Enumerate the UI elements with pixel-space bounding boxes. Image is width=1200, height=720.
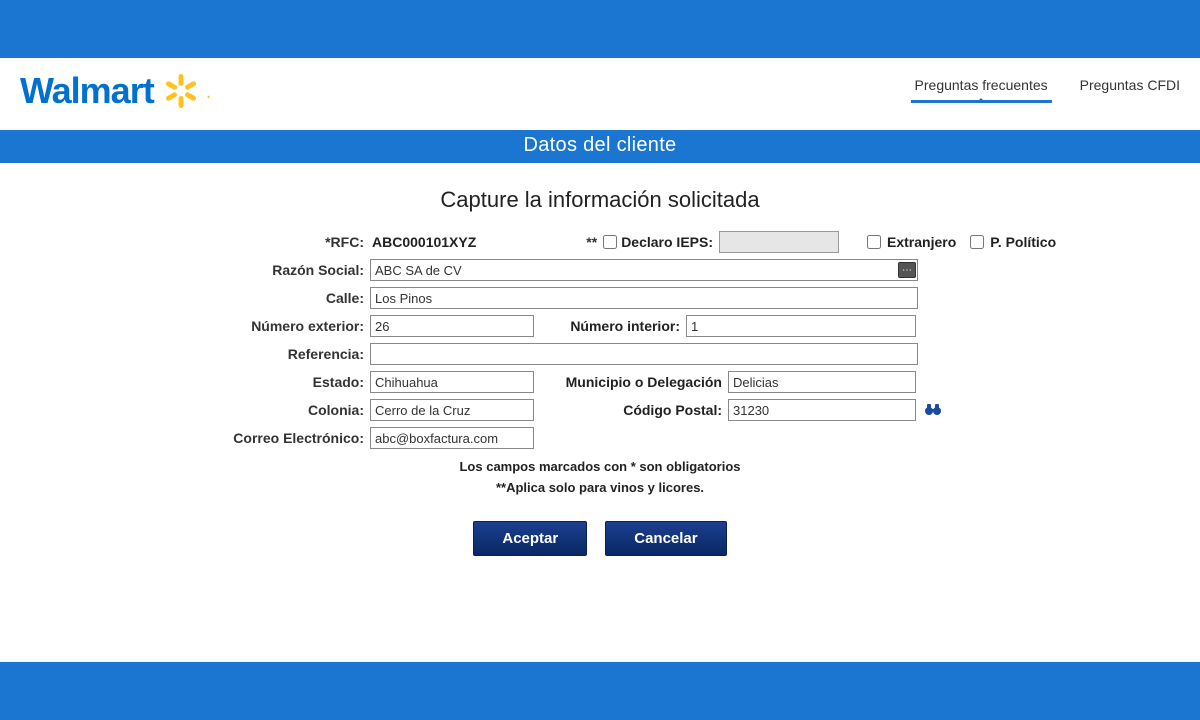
binoculars-icon[interactable] bbox=[924, 402, 942, 419]
ieps-disabled-input bbox=[719, 231, 839, 253]
foreign-label: Extranjero bbox=[887, 234, 956, 250]
cp-label: Código Postal: bbox=[534, 402, 728, 418]
customer-form: Capture la información solicitada *RFC: … bbox=[0, 163, 1200, 566]
ieps-asterisks: ** bbox=[586, 234, 597, 250]
calle-input[interactable] bbox=[370, 287, 918, 309]
estado-label: Estado: bbox=[40, 374, 370, 390]
municipio-label: Municipio o Delegación bbox=[534, 374, 728, 390]
email-input[interactable] bbox=[370, 427, 534, 449]
nav-faq[interactable]: Preguntas frecuentes bbox=[915, 77, 1048, 99]
num-int-label: Número interior: bbox=[534, 318, 686, 334]
bottom-banner bbox=[0, 662, 1200, 720]
estado-input[interactable] bbox=[370, 371, 534, 393]
referencia-label: Referencia: bbox=[40, 346, 370, 362]
form-heading: Capture la información solicitada bbox=[40, 187, 1160, 213]
accept-button[interactable]: Aceptar bbox=[473, 521, 587, 556]
button-row: Aceptar Cancelar bbox=[40, 521, 1160, 556]
num-ext-input[interactable] bbox=[370, 315, 534, 337]
email-label: Correo Electrónico: bbox=[40, 430, 370, 446]
brand-logo: Walmart . bbox=[20, 70, 211, 112]
top-banner bbox=[0, 0, 1200, 58]
header-nav: Preguntas frecuentes Preguntas CFDI bbox=[915, 77, 1180, 105]
note-required: Los campos marcados con * son obligatori… bbox=[40, 457, 1160, 478]
foreign-checkbox[interactable] bbox=[867, 235, 881, 249]
declare-ieps-checkbox[interactable] bbox=[603, 235, 617, 249]
municipio-input[interactable] bbox=[728, 371, 916, 393]
nav-cfdi[interactable]: Preguntas CFDI bbox=[1080, 77, 1180, 99]
spark-icon bbox=[164, 74, 198, 108]
declare-ieps-label: Declaro IEPS: bbox=[621, 234, 713, 250]
colonia-input[interactable] bbox=[370, 399, 534, 421]
form-notes: Los campos marcados con * son obligatori… bbox=[40, 457, 1160, 499]
political-checkbox[interactable] bbox=[970, 235, 984, 249]
brand-name: Walmart bbox=[20, 70, 154, 112]
razon-social-label: Razón Social: bbox=[40, 262, 370, 278]
razon-social-input[interactable] bbox=[370, 259, 918, 281]
colonia-label: Colonia: bbox=[40, 402, 370, 418]
rfc-value: ABC000101XYZ bbox=[370, 234, 476, 250]
header: Walmart . Preguntas frecuentes Preguntas… bbox=[0, 58, 1200, 130]
section-title: Datos del cliente bbox=[0, 130, 1200, 163]
lookup-icon[interactable]: ⋯ bbox=[898, 262, 916, 278]
cp-input[interactable] bbox=[728, 399, 916, 421]
rfc-label: *RFC: bbox=[40, 234, 370, 250]
referencia-input[interactable] bbox=[370, 343, 918, 365]
num-ext-label: Número exterior: bbox=[40, 318, 370, 334]
cancel-button[interactable]: Cancelar bbox=[605, 521, 726, 556]
brand-dot: . bbox=[206, 81, 212, 112]
political-label: P. Político bbox=[990, 234, 1056, 250]
note-ieps: **Aplica solo para vinos y licores. bbox=[40, 478, 1160, 499]
calle-label: Calle: bbox=[40, 290, 370, 306]
num-int-input[interactable] bbox=[686, 315, 916, 337]
